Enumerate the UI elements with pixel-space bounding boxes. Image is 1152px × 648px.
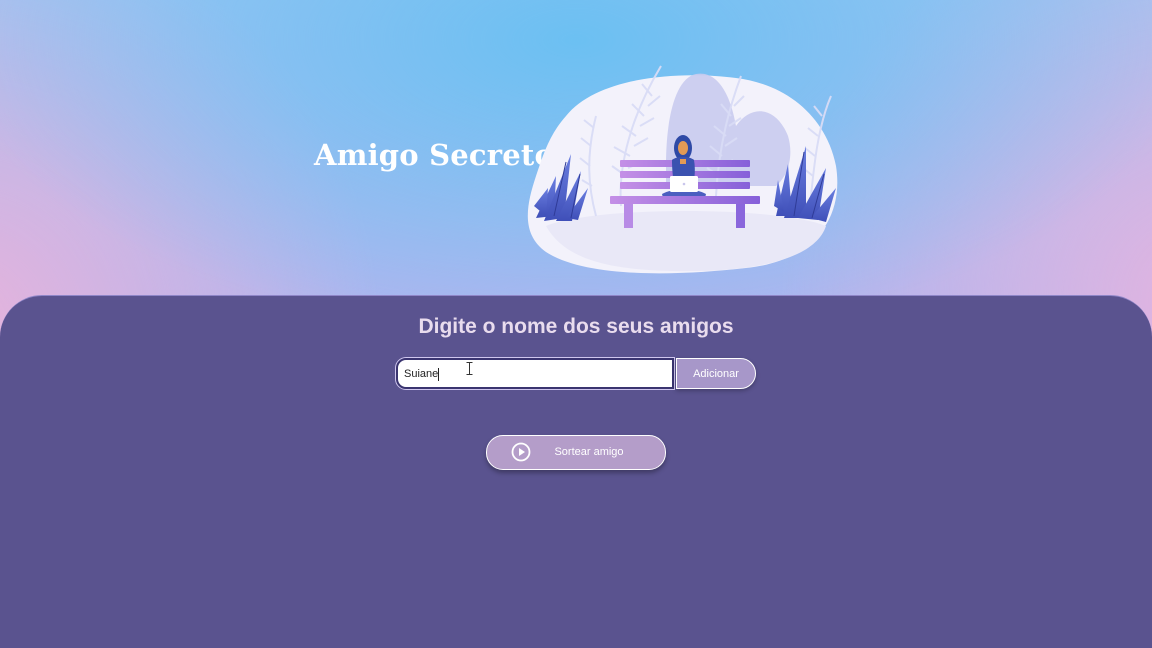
friend-name-input[interactable]	[398, 360, 672, 387]
draw-friend-button[interactable]: Sortear amigo	[486, 435, 666, 470]
main-panel: Digite o nome dos seus amigos Adicionar …	[0, 295, 1152, 648]
draw-button-label: Sortear amigo	[554, 446, 624, 458]
play-circle-icon	[511, 442, 531, 462]
header-banner: Amigo Secreto	[0, 0, 1152, 300]
add-button[interactable]: Adicionar	[676, 358, 756, 389]
section-title: Digite o nome dos seus amigos	[418, 315, 734, 338]
friend-name-field[interactable]	[396, 358, 674, 389]
ibeam-cursor-icon	[466, 362, 473, 375]
app-title: Amigo Secreto	[314, 138, 555, 172]
person-on-bench-illustration	[527, 65, 838, 274]
text-caret	[438, 368, 439, 381]
